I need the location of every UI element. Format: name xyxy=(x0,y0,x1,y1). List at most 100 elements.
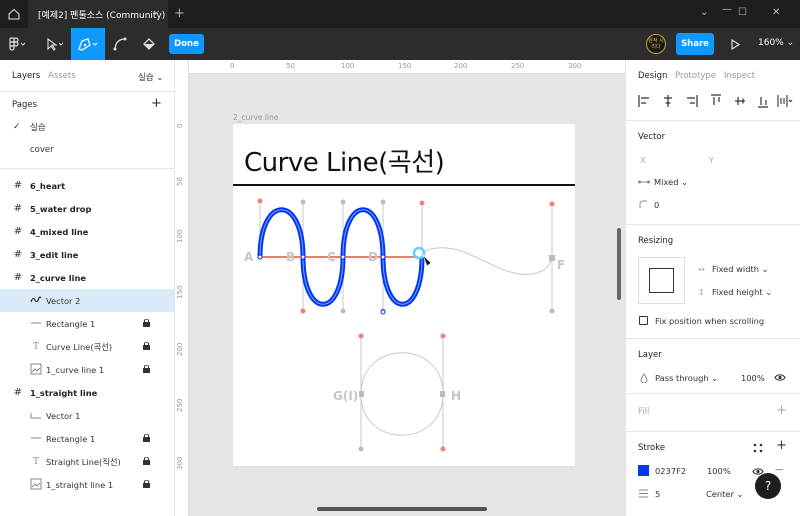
cursor-arrow-icon xyxy=(47,37,64,51)
title-bar: [예제2] 펜툴소스 (Community) × + ⌄ — ☐ ✕ xyxy=(0,0,800,28)
move-tool-button[interactable] xyxy=(40,28,70,60)
frame-label[interactable]: 2_curve line xyxy=(233,113,278,122)
width-constraint-dropdown[interactable]: Fixed width ⌄ xyxy=(712,264,769,274)
layer-item[interactable]: #3_edit line xyxy=(0,243,174,266)
horizontal-scrollbar[interactable] xyxy=(317,507,487,511)
layer-item-selected[interactable]: Vector 2 xyxy=(0,289,174,312)
layer-item[interactable]: #2_curve line xyxy=(0,266,174,289)
layer-item[interactable]: 1_curve line 1 xyxy=(0,358,174,381)
mirroring-dropdown[interactable]: Mixed ⌄ xyxy=(654,177,688,187)
remove-stroke-button[interactable]: — xyxy=(775,464,783,474)
page-switcher[interactable]: 실습 ⌄ xyxy=(138,71,163,83)
y-field-label[interactable]: Y xyxy=(709,155,714,165)
help-button[interactable]: ? xyxy=(755,473,781,499)
lock-icon[interactable] xyxy=(143,480,150,488)
layer-item[interactable]: 1_straight line 1 xyxy=(0,473,174,496)
stroke-style-icon[interactable] xyxy=(753,443,763,453)
constraints-widget[interactable] xyxy=(638,257,685,304)
left-panel-tabs: Layers Assets 실습 ⌄ xyxy=(0,60,174,92)
tab-inspect[interactable]: Inspect xyxy=(724,71,755,81)
figma-logo-icon xyxy=(9,37,26,51)
canvas[interactable]: 0 50 100 150 200 250 300 0 50 100 150 20… xyxy=(175,60,625,516)
layer-item[interactable]: #6_heart xyxy=(0,174,174,197)
lock-icon[interactable] xyxy=(143,434,150,442)
align-center-horizontal-icon[interactable] xyxy=(662,94,674,108)
layer-item[interactable]: #5_water drop xyxy=(0,197,174,220)
chevron-down-icon[interactable]: ⌄ xyxy=(700,7,708,18)
layer-label: 1_straight line 1 xyxy=(46,479,114,490)
frame-icon: # xyxy=(13,203,23,214)
curve-artwork[interactable]: A B C D F G(I) H xyxy=(233,124,575,466)
corner-radius-input[interactable]: 0 xyxy=(654,200,659,210)
layer-opacity-input[interactable]: 100% xyxy=(741,373,765,383)
layer-item[interactable]: T Curve Line(곡선) xyxy=(0,335,174,358)
tab-design[interactable]: Design xyxy=(638,71,667,81)
layer-label: Rectangle 1 xyxy=(46,318,96,329)
pen-tool-button[interactable] xyxy=(71,28,105,60)
stroke-color-swatch[interactable] xyxy=(638,465,649,476)
tab-assets[interactable]: Assets xyxy=(48,71,76,81)
file-tab[interactable]: [예제2] 펜툴소스 (Community) × xyxy=(28,0,168,28)
lock-icon[interactable] xyxy=(143,342,150,350)
stroke-position-dropdown[interactable]: Center ⌄ xyxy=(706,489,744,499)
tab-layers[interactable]: Layers xyxy=(12,71,40,81)
bend-tool-button[interactable] xyxy=(106,28,134,60)
fill-section-title: Fill xyxy=(638,407,650,417)
minimize-button[interactable]: — xyxy=(722,4,732,15)
ruler-tick: 250 xyxy=(176,398,184,412)
layer-item[interactable]: Rectangle 1 xyxy=(0,312,174,335)
vector-section-title: Vector xyxy=(638,132,666,142)
maximize-button[interactable]: ☐ xyxy=(738,7,747,18)
share-button[interactable]: Share xyxy=(676,33,714,55)
align-top-icon[interactable] xyxy=(710,94,722,108)
stroke-weight-input[interactable]: 5 xyxy=(655,489,660,499)
ruler-top: 0 50 100 150 200 250 300 xyxy=(175,60,625,74)
avatar[interactable]: 원작 시리다 xyxy=(646,34,666,54)
layer-item[interactable]: Rectangle 1 xyxy=(0,427,174,450)
main-menu-button[interactable] xyxy=(0,28,34,60)
align-center-vertical-icon[interactable] xyxy=(734,94,746,108)
new-tab-button[interactable]: + xyxy=(174,6,185,21)
layer-item[interactable]: #1_straight line xyxy=(0,381,174,404)
height-constraint-dropdown[interactable]: Fixed height ⌄ xyxy=(712,287,772,297)
align-left-icon[interactable] xyxy=(638,94,650,108)
active-anchor[interactable] xyxy=(412,246,426,260)
lock-icon[interactable] xyxy=(143,365,150,373)
layer-label: 6_heart xyxy=(30,180,66,191)
blend-mode-dropdown[interactable]: Pass through ⌄ xyxy=(655,373,718,383)
stroke-section-title: Stroke xyxy=(638,443,666,453)
add-page-button[interactable]: + xyxy=(151,96,162,111)
page-item-practice[interactable]: ✓ 실습 xyxy=(0,116,174,138)
layer-item[interactable]: T Straight Line(직선) xyxy=(0,450,174,473)
align-right-icon[interactable] xyxy=(686,94,698,108)
x-field-label[interactable]: X xyxy=(640,155,646,165)
add-stroke-button[interactable]: + xyxy=(776,438,787,453)
bend-curve-icon xyxy=(113,37,127,51)
stroke-opacity-input[interactable]: 100% xyxy=(707,466,731,476)
add-fill-button[interactable]: + xyxy=(776,403,787,418)
frame-2-curve-line[interactable]: Curve Line(곡선) A B C D F G(I) H xyxy=(233,124,575,466)
file-tab-title: [예제2] 펜툴소스 (Community) xyxy=(38,10,166,21)
layer-item[interactable]: #4_mixed line xyxy=(0,220,174,243)
eye-icon[interactable] xyxy=(774,373,786,382)
stroke-color-hex[interactable]: 0237F2 xyxy=(655,466,686,476)
text-icon: T xyxy=(32,341,39,352)
ruler-tick: 200 xyxy=(454,62,468,70)
tab-prototype[interactable]: Prototype xyxy=(675,71,716,81)
page-item-cover[interactable]: cover xyxy=(0,139,174,161)
play-icon[interactable] xyxy=(730,39,740,50)
align-bottom-icon[interactable] xyxy=(757,94,769,108)
done-button[interactable]: Done xyxy=(169,34,204,54)
lock-icon[interactable] xyxy=(143,319,150,327)
paint-bucket-button[interactable] xyxy=(135,28,163,60)
home-icon[interactable] xyxy=(6,6,22,22)
vertical-scrollbar[interactable] xyxy=(617,228,621,300)
close-tab-icon[interactable]: × xyxy=(152,9,160,19)
fix-position-checkbox[interactable] xyxy=(639,316,648,325)
distribute-icon[interactable] xyxy=(777,94,793,108)
lock-icon[interactable] xyxy=(143,457,150,465)
window-close-button[interactable]: ✕ xyxy=(772,7,780,18)
zoom-level-dropdown[interactable]: 160% ⌄ xyxy=(758,38,794,48)
layer-item[interactable]: Vector 1 xyxy=(0,404,174,427)
frame-icon: # xyxy=(13,226,23,237)
